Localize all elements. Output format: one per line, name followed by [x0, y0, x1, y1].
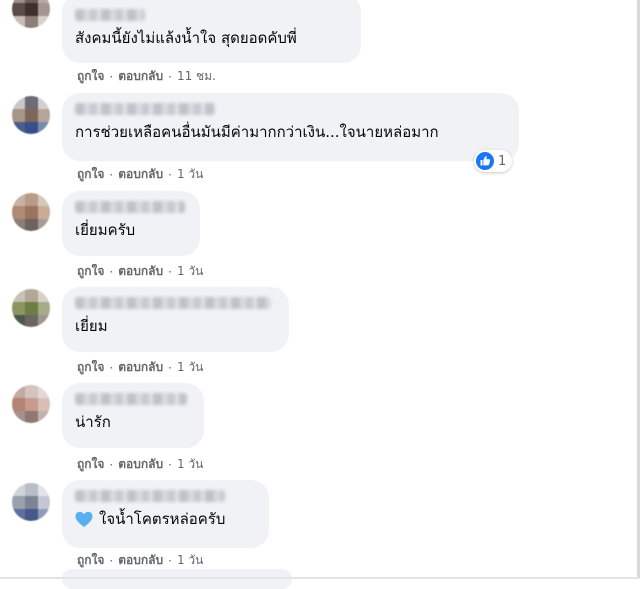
like-link[interactable]: ถูกใจ — [77, 262, 104, 281]
comment-text: น่ารัก — [75, 413, 111, 431]
like-icon — [476, 152, 494, 170]
comment-actions: ถูกใจ · ตอบกลับ · 1 วัน — [77, 358, 203, 377]
reaction-badge[interactable]: 1 — [474, 150, 513, 172]
reply-link[interactable]: ตอบกลับ — [118, 455, 163, 474]
reply-link[interactable]: ตอบกลับ — [118, 67, 163, 86]
comment-bubble: การช่วยเหลือคนอื่นมันมีค่ามากกว่าเงิน...… — [62, 93, 519, 161]
avatar[interactable] — [12, 385, 50, 423]
reply-link[interactable]: ตอบกลับ — [118, 358, 163, 377]
comment-text: เยี่ยม — [75, 317, 108, 335]
avatar[interactable] — [12, 193, 50, 231]
like-link[interactable]: ถูกใจ — [77, 165, 104, 184]
avatar[interactable] — [12, 483, 50, 521]
comment-bubble: เยี่ยม — [62, 287, 289, 352]
author-name-blurred[interactable] — [75, 490, 225, 502]
comment-bubble: สังคมนี้ยังไม่แล้งน้ำใจ สุดยอดคับพี่ — [62, 0, 361, 63]
like-link[interactable]: ถูกใจ — [77, 455, 104, 474]
avatar[interactable] — [12, 289, 50, 327]
comment-actions: ถูกใจ · ตอบกลับ · 1 วัน — [77, 455, 203, 474]
comment-text: เยี่ยมครับ — [75, 221, 136, 239]
like-link[interactable]: ถูกใจ — [77, 551, 104, 570]
author-name-blurred[interactable] — [75, 297, 271, 309]
timestamp[interactable]: 1 วัน — [177, 165, 203, 184]
timestamp[interactable]: 1 วัน — [177, 455, 203, 474]
reply-link[interactable]: ตอบกลับ — [118, 551, 163, 570]
comment-actions: ถูกใจ · ตอบกลับ · 1 วัน — [77, 165, 203, 184]
comment-text: ใจน้ำโคตรหล่อครับ — [75, 509, 256, 529]
timestamp[interactable]: 1 วัน — [177, 358, 203, 377]
like-link[interactable]: ถูกใจ — [77, 358, 104, 377]
avatar[interactable] — [12, 96, 50, 134]
author-name-blurred[interactable] — [75, 9, 145, 21]
comment-actions: ถูกใจ · ตอบกลับ · 11 ชม. — [77, 67, 216, 86]
reply-link[interactable]: ตอบกลับ — [118, 165, 163, 184]
timestamp[interactable]: 1 วัน — [177, 262, 203, 281]
author-name-blurred[interactable] — [75, 393, 187, 405]
comment-bubble: น่ารัก — [62, 383, 204, 448]
reaction-count: 1 — [498, 153, 507, 169]
comment-actions: ถูกใจ · ตอบกลับ · 1 วัน — [77, 262, 203, 281]
comment-actions: ถูกใจ · ตอบกลับ · 1 วัน — [77, 551, 203, 570]
avatar[interactable] — [12, 0, 50, 28]
reply-link[interactable]: ตอบกลับ — [118, 262, 163, 281]
author-name-blurred[interactable] — [75, 103, 215, 115]
next-comment-bubble-partial — [62, 569, 292, 589]
comment-bubble: เยี่ยมครับ — [62, 191, 200, 256]
comment-bubble: ใจน้ำโคตรหล่อครับ — [62, 480, 269, 548]
comment-text: การช่วยเหลือคนอื่นมันมีค่ามากกว่าเงิน...… — [75, 123, 439, 141]
comment-text: สังคมนี้ยังไม่แล้งน้ำใจ สุดยอดคับพี่ — [75, 29, 297, 47]
blue-heart-icon — [75, 511, 93, 527]
timestamp[interactable]: 11 ชม. — [177, 67, 216, 86]
author-name-blurred[interactable] — [75, 201, 185, 213]
like-link[interactable]: ถูกใจ — [77, 67, 104, 86]
timestamp[interactable]: 1 วัน — [177, 551, 203, 570]
